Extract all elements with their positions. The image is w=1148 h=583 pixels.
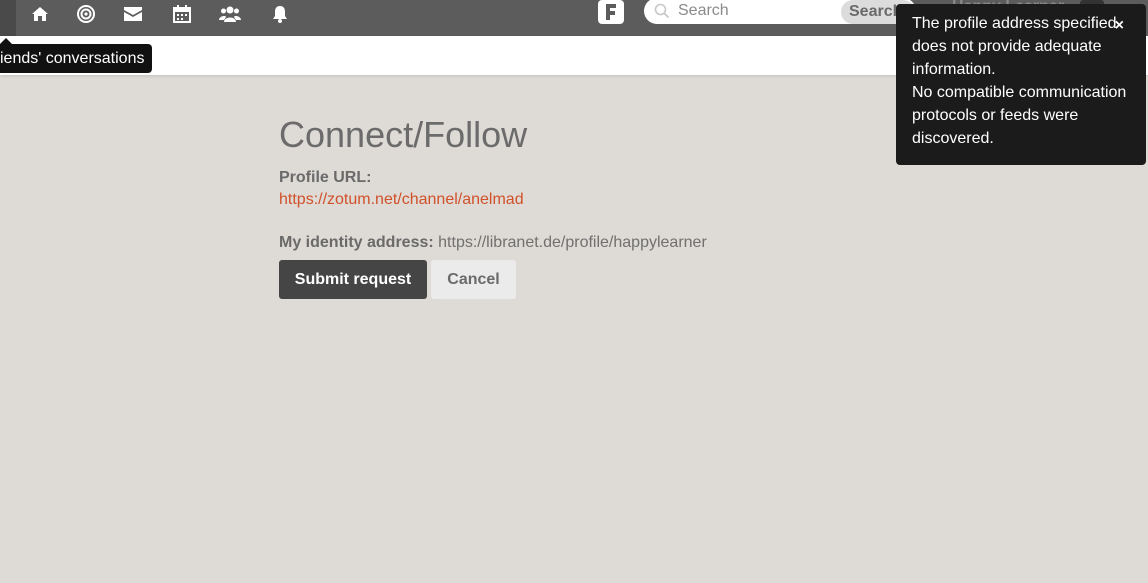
home-icon[interactable] xyxy=(29,4,51,24)
sidebar-toggle[interactable] xyxy=(0,0,16,36)
calendar-icon[interactable] xyxy=(171,4,193,24)
identity-row: My identity address: https://libranet.de… xyxy=(279,233,839,253)
notification-message-2: No compatible communication protocols or… xyxy=(912,84,1127,147)
notification-message-1: The profile address specified does not p… xyxy=(912,15,1117,78)
users-icon[interactable] xyxy=(219,4,241,24)
nav-tooltip: iends' conversations xyxy=(0,44,153,73)
identity-value: https://libranet.de/profile/happylearner xyxy=(438,234,707,251)
brand-logo[interactable] xyxy=(598,0,624,24)
cancel-button[interactable]: Cancel xyxy=(431,260,516,299)
search-bar: Search xyxy=(644,0,916,24)
page-title: Connect/Follow xyxy=(279,114,528,155)
envelope-icon[interactable] xyxy=(122,4,144,24)
search-input[interactable] xyxy=(678,0,868,22)
search-icon xyxy=(654,3,670,19)
target-icon[interactable] xyxy=(75,4,97,24)
bell-icon[interactable] xyxy=(269,4,291,24)
identity-label: My identity address: xyxy=(279,234,434,251)
profile-url-link[interactable]: https://zotum.net/channel/anelmad xyxy=(279,190,839,210)
connect-follow-section: Connect/Follow Profile URL: https://zotu… xyxy=(279,112,839,299)
error-notification: × The profile address specified does not… xyxy=(896,4,1146,165)
close-icon[interactable]: × xyxy=(1115,14,1124,37)
profile-url-label: Profile URL: xyxy=(279,169,372,186)
form-actions: Submit request Cancel xyxy=(279,260,839,299)
submit-request-button[interactable]: Submit request xyxy=(279,260,427,299)
